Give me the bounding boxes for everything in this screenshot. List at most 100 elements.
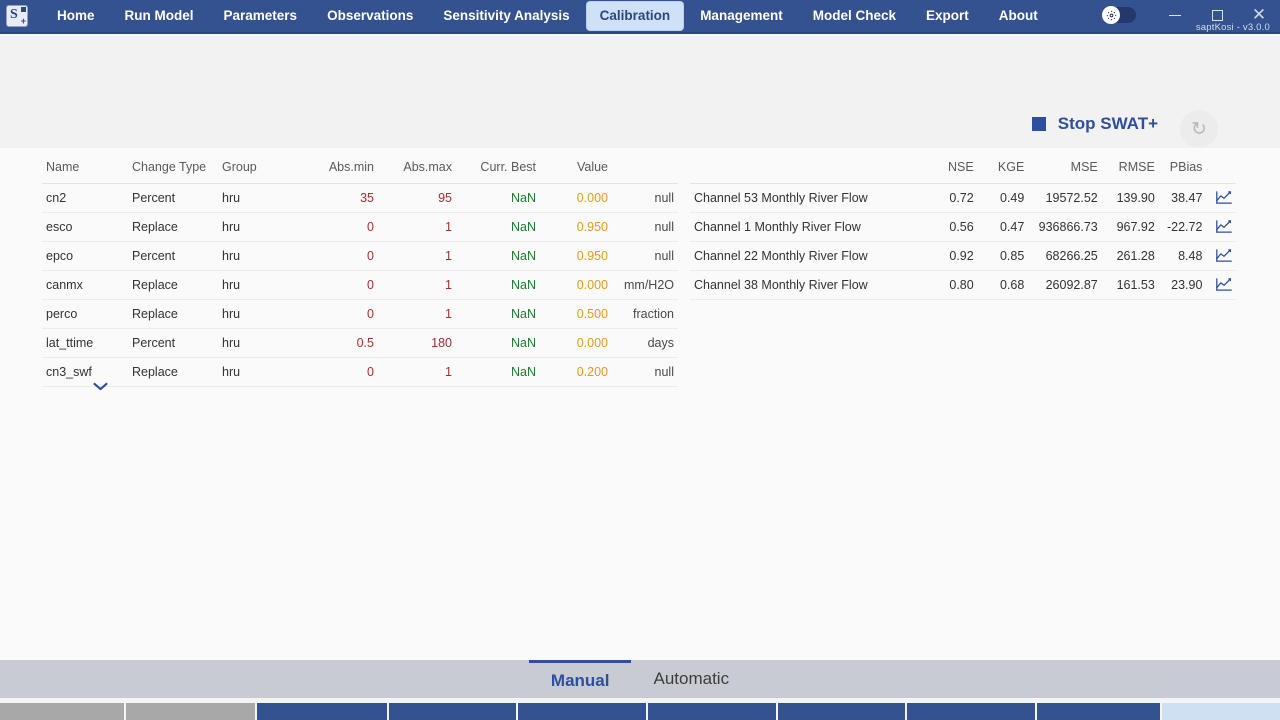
taskbar-item[interactable] xyxy=(777,703,906,720)
tab-automatic[interactable]: Automatic xyxy=(631,660,751,698)
menu-item-sensitivity-analysis[interactable]: Sensitivity Analysis xyxy=(430,2,582,30)
col-header-abs-max[interactable]: Abs.max xyxy=(378,154,456,184)
taskbar-item[interactable] xyxy=(518,703,646,720)
result-row[interactable]: Channel 22 Monthly River Flow 0.92 0.85 682… xyxy=(690,241,1236,271)
result-nse: 0.56 xyxy=(917,212,978,242)
result-row[interactable]: Channel 53 Monthly River Flow 0.72 0.49 195… xyxy=(690,183,1236,213)
minimize-button[interactable] xyxy=(1154,0,1196,30)
title-bar: S + Home Run Model Parameters Observations S… xyxy=(0,0,1280,34)
parameter-group: hru xyxy=(218,212,313,242)
result-row[interactable]: Channel 38 Monthly River Flow 0.80 0.68 260… xyxy=(690,270,1236,300)
parameter-unit: days xyxy=(612,328,678,358)
line-chart-icon[interactable] xyxy=(1206,241,1236,271)
parameter-change-type: Replace xyxy=(128,212,218,242)
col-header-chart xyxy=(1206,154,1236,184)
os-taskbar xyxy=(0,698,1280,720)
line-chart-icon[interactable] xyxy=(1206,270,1236,300)
result-observation-name: Channel 1 Monthly River Flow xyxy=(690,212,918,242)
col-header-abs-min[interactable]: Abs.min xyxy=(313,154,378,184)
line-chart-icon[interactable] xyxy=(1206,183,1236,213)
theme-toggle-switch[interactable] xyxy=(1102,6,1136,24)
parameter-value[interactable]: 0.000 xyxy=(540,328,612,358)
result-pbias: 8.48 xyxy=(1158,241,1207,271)
parameter-value[interactable]: 0.950 xyxy=(540,241,612,271)
parameter-row[interactable]: cn2 Percent hru 35 95 NaN 0.000 null xyxy=(42,183,678,213)
parameter-value[interactable]: 0.000 xyxy=(540,183,612,213)
taskbar-item[interactable] xyxy=(125,703,256,720)
result-nse: 0.72 xyxy=(917,183,978,213)
parameter-value[interactable]: 0.500 xyxy=(540,299,612,329)
parameter-value[interactable]: 0.950 xyxy=(540,212,612,242)
col-header-group[interactable]: Group xyxy=(218,154,313,184)
result-pbias: -22.72 xyxy=(1158,212,1207,242)
taskbar-item[interactable] xyxy=(388,703,517,720)
taskbar-item[interactable] xyxy=(1036,703,1161,720)
stop-square-icon xyxy=(1031,117,1046,131)
parameter-value[interactable]: 0.000 xyxy=(540,270,612,300)
result-mse: 68266.25 xyxy=(1028,241,1102,271)
parameter-group: hru xyxy=(218,183,313,213)
menu-item-management[interactable]: Management xyxy=(687,2,796,30)
bottom-tab-bar: Manual Automatic xyxy=(0,660,1280,698)
parameter-row[interactable]: epco Percent hru 0 1 NaN 0.950 null xyxy=(42,241,678,271)
parameter-row[interactable]: lat_ttime Percent hru 0.5 180 NaN 0.000 days xyxy=(42,328,678,358)
menu-item-observations[interactable]: Observations xyxy=(314,2,426,30)
parameter-curr-best: NaN xyxy=(456,357,540,387)
menu-item-calibration[interactable]: Calibration xyxy=(586,2,684,30)
col-header-unit[interactable] xyxy=(612,154,678,184)
result-row[interactable]: Channel 1 Monthly River Flow 0.56 0.47 9368… xyxy=(690,212,1236,242)
col-header-rmse[interactable]: RMSE xyxy=(1101,154,1159,184)
result-rmse: 161.53 xyxy=(1101,270,1159,300)
parameter-abs-min: 0 xyxy=(313,270,378,300)
parameter-row[interactable]: perco Replace hru 0 1 NaN 0.500 fraction xyxy=(42,299,678,329)
app-logo-plus: + xyxy=(20,16,26,26)
col-header-curr-best[interactable]: Curr. Best xyxy=(456,154,540,184)
taskbar-item[interactable] xyxy=(647,703,776,720)
result-nse: 0.92 xyxy=(917,241,978,271)
menu-item-about[interactable]: About xyxy=(986,2,1051,30)
parameter-abs-min: 0 xyxy=(313,357,378,387)
taskbar-item-active[interactable] xyxy=(1162,703,1280,720)
col-header-nse[interactable]: NSE xyxy=(917,154,978,184)
col-header-name[interactable]: Name xyxy=(42,154,128,184)
parameters-panel: Name Change Type Group Abs.min Abs.max C… xyxy=(42,154,678,391)
col-header-change-type[interactable]: Change Type xyxy=(128,154,218,184)
menu-item-model-check[interactable]: Model Check xyxy=(800,2,909,30)
line-chart-icon[interactable] xyxy=(1206,212,1236,242)
col-header-value[interactable]: Value xyxy=(540,154,612,184)
parameter-row[interactable]: esco Replace hru 0 1 NaN 0.950 null xyxy=(42,212,678,242)
results-table-body: Channel 53 Monthly River Flow 0.72 0.49 195… xyxy=(690,183,1236,300)
menu-item-export[interactable]: Export xyxy=(913,2,982,30)
parameter-group: hru xyxy=(218,270,313,300)
stop-swat-label: Stop SWAT+ xyxy=(1057,114,1158,133)
menu-item-home[interactable]: Home xyxy=(44,2,108,30)
menu-item-run-model[interactable]: Run Model xyxy=(112,2,207,30)
results-table: NSE KGE MSE RMSE PBias Channel 53 Monthl… xyxy=(690,154,1236,300)
tab-manual[interactable]: Manual xyxy=(528,660,632,698)
parameter-unit: null xyxy=(612,183,678,213)
menu-item-parameters[interactable]: Parameters xyxy=(211,2,311,30)
results-panel: NSE KGE MSE RMSE PBias Channel 53 Monthl… xyxy=(690,154,1236,300)
parameter-abs-max: 1 xyxy=(378,357,456,387)
taskbar-item[interactable] xyxy=(257,703,387,720)
parameter-row[interactable]: canmx Replace hru 0 1 NaN 0.000 mm/H2O xyxy=(42,270,678,300)
taskbar-item[interactable] xyxy=(0,703,124,720)
stop-swat-button[interactable]: Stop SWAT+ xyxy=(1031,114,1158,134)
maximize-icon xyxy=(1211,9,1223,21)
parameter-name: cn2 xyxy=(42,183,128,213)
taskbar-item[interactable] xyxy=(907,703,1035,720)
parameter-row[interactable]: cn3_swf Replace hru 0 1 NaN 0.200 null xyxy=(42,357,678,387)
refresh-button[interactable]: ↻ xyxy=(1180,110,1218,148)
col-header-mse[interactable]: MSE xyxy=(1028,154,1102,184)
expand-parameters-chevron-down-icon[interactable] xyxy=(92,378,109,395)
parameter-value[interactable]: 0.200 xyxy=(540,357,612,387)
col-header-pbias[interactable]: PBias xyxy=(1158,154,1207,184)
app-logo-icon: S + xyxy=(6,5,28,27)
parameter-abs-max: 95 xyxy=(378,183,456,213)
col-header-kge[interactable]: KGE xyxy=(977,154,1029,184)
parameter-unit: fraction xyxy=(612,299,678,329)
parameter-abs-max: 1 xyxy=(378,299,456,329)
parameter-curr-best: NaN xyxy=(456,212,540,242)
parameter-name: cn3_swf xyxy=(42,357,128,387)
results-header-row: NSE KGE MSE RMSE PBias xyxy=(690,154,1236,184)
